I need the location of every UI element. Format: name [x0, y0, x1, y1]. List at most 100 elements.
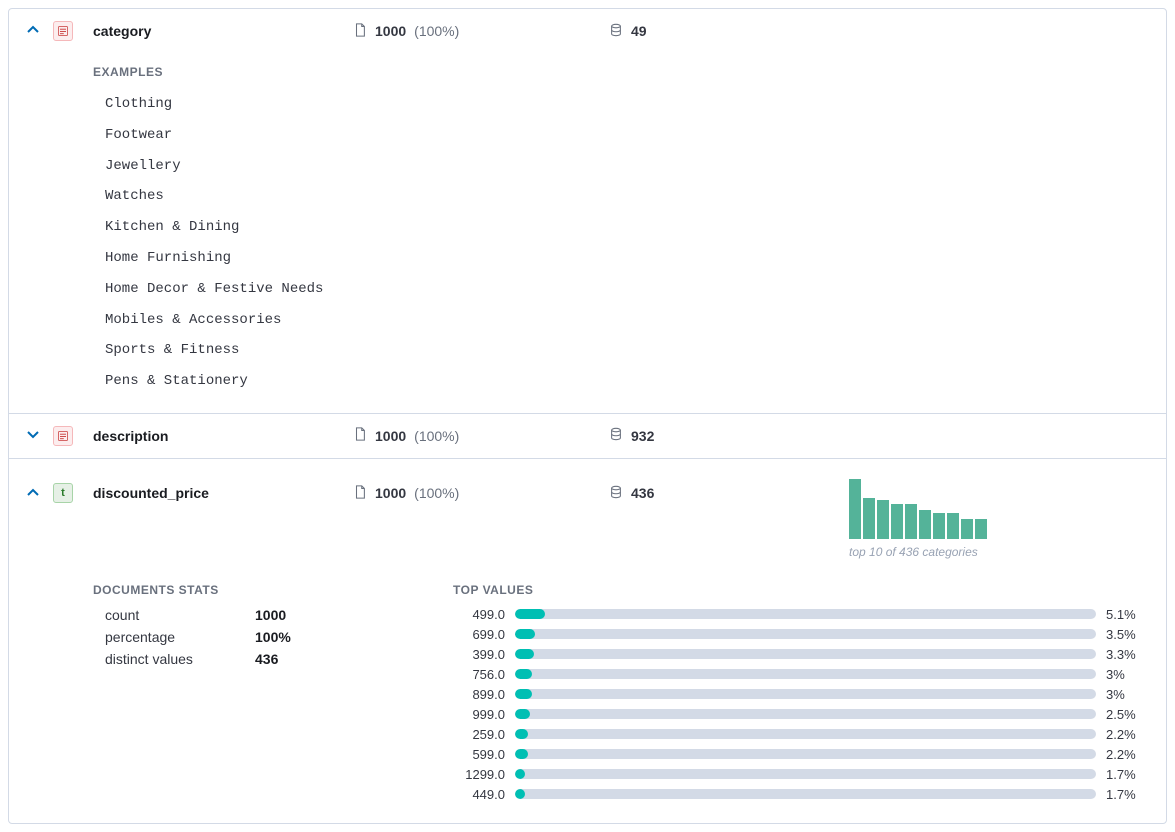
mini-bar: [849, 479, 861, 539]
top-value-pct: 3.5%: [1106, 627, 1150, 642]
mini-bars: [849, 479, 987, 539]
chevron-up-icon[interactable]: [25, 22, 53, 41]
mini-bar: [905, 504, 917, 539]
documents-stats-block: DOCUMENTS STATS count 1000 percentage 10…: [93, 583, 373, 807]
database-icon: [609, 23, 623, 40]
documents-stats-header: DOCUMENTS STATS: [93, 583, 373, 597]
mini-chart-caption: top 10 of 436 categories: [849, 545, 978, 559]
distinct-cell: 932: [609, 427, 849, 444]
distinct-value: 49: [631, 23, 647, 39]
top-value-bar: [515, 609, 1096, 619]
top-value-bar: [515, 749, 1096, 759]
document-icon: [353, 427, 367, 444]
top-value-bar: [515, 629, 1096, 639]
top-value-label: 399.0: [453, 647, 505, 662]
document-icon: [353, 485, 367, 502]
field-name: description: [93, 428, 353, 444]
discounted-price-details-panel: DOCUMENTS STATS count 1000 percentage 10…: [9, 567, 1166, 823]
field-row-category[interactable]: category 1000 (100%) 49: [9, 9, 1166, 53]
top-value-bar: [515, 669, 1096, 679]
doc-count-pct: (100%): [414, 428, 459, 444]
doc-count-pct: (100%): [414, 23, 459, 39]
chevron-down-icon[interactable]: [25, 426, 53, 445]
text-type-icon: [53, 21, 73, 41]
database-icon: [609, 427, 623, 444]
examples-list: ClothingFootwearJewelleryWatchesKitchen …: [93, 89, 1150, 397]
stat-percentage: percentage 100%: [105, 629, 373, 645]
distinct-cell: 49: [609, 23, 849, 40]
examples-header: EXAMPLES: [93, 65, 1150, 79]
doc-count-pct: (100%): [414, 485, 459, 501]
top-values-list: 499.05.1%699.03.5%399.03.3%756.03%899.03…: [453, 607, 1150, 802]
stat-value: 1000: [255, 607, 286, 623]
top-value-pct: 1.7%: [1106, 767, 1150, 782]
mini-bar: [863, 498, 875, 539]
top-value-row: 1299.01.7%: [453, 767, 1150, 782]
example-item: Clothing: [105, 89, 1150, 120]
mini-bar: [975, 519, 987, 539]
field-type-icon-cell: [53, 426, 93, 446]
field-name: discounted_price: [93, 479, 353, 501]
top-value-label: 499.0: [453, 607, 505, 622]
doc-count-cell: 1000 (100%): [353, 427, 609, 444]
top-value-row: 756.03%: [453, 667, 1150, 682]
example-item: Footwear: [105, 120, 1150, 151]
example-item: Jewellery: [105, 151, 1150, 182]
top-value-row: 599.0 2.2%: [453, 747, 1150, 762]
top-value-label: 699.0: [453, 627, 505, 642]
distinct-cell: 436: [609, 479, 849, 502]
doc-count-value: 1000: [375, 485, 406, 501]
text-type-icon: [53, 426, 73, 446]
doc-count-value: 1000: [375, 23, 406, 39]
top-value-label: 449.0: [453, 787, 505, 802]
mini-bar: [933, 513, 945, 539]
chevron-up-icon[interactable]: [25, 479, 53, 504]
top-value-row: 499.0 5.1%: [453, 607, 1150, 622]
mini-bar: [947, 513, 959, 539]
example-item: Kitchen & Dining: [105, 212, 1150, 243]
fields-container: category 1000 (100%) 49 EXAMPLES Clothin…: [8, 8, 1167, 824]
mini-bar: [961, 519, 973, 539]
top-value-bar: [515, 789, 1096, 799]
top-value-pct: 2.2%: [1106, 727, 1150, 742]
field-type-icon-cell: [53, 21, 93, 41]
doc-count-value: 1000: [375, 428, 406, 444]
top-values-header: TOP VALUES: [453, 583, 1150, 597]
example-item: Pens & Stationery: [105, 366, 1150, 397]
top-value-pct: 3.3%: [1106, 647, 1150, 662]
top-value-pct: 5.1%: [1106, 607, 1150, 622]
top-value-row: 449.0 1.7%: [453, 787, 1150, 802]
stat-label: percentage: [105, 629, 255, 645]
document-icon: [353, 23, 367, 40]
example-item: Sports & Fitness: [105, 335, 1150, 366]
category-details-panel: EXAMPLES ClothingFootwearJewelleryWatche…: [9, 53, 1166, 414]
distinct-value: 932: [631, 428, 654, 444]
top-value-pct: 2.5%: [1106, 707, 1150, 722]
top-value-label: 899.0: [453, 687, 505, 702]
field-row-discounted-price[interactable]: t discounted_price 1000 (100%) 436 top 1…: [9, 459, 1166, 567]
top-value-label: 259.0: [453, 727, 505, 742]
field-row-description[interactable]: description 1000 (100%) 932: [9, 414, 1166, 459]
stat-distinct: distinct values 436: [105, 651, 373, 667]
top-value-bar: [515, 729, 1096, 739]
database-icon: [609, 485, 623, 502]
top-value-row: 999.0 2.5%: [453, 707, 1150, 722]
mini-chart: top 10 of 436 categories: [849, 479, 1150, 559]
top-value-pct: 3%: [1106, 687, 1150, 702]
top-value-label: 999.0: [453, 707, 505, 722]
stat-value: 100%: [255, 629, 291, 645]
example-item: Home Furnishing: [105, 243, 1150, 274]
top-value-pct: 2.2%: [1106, 747, 1150, 762]
example-item: Home Decor & Festive Needs: [105, 274, 1150, 305]
stat-value: 436: [255, 651, 278, 667]
top-value-label: 599.0: [453, 747, 505, 762]
top-value-label: 756.0: [453, 667, 505, 682]
top-values-block: TOP VALUES 499.0 5.1% 699.0 3.5% 399.0 3.3% 75…: [453, 583, 1150, 807]
top-value-bar: [515, 709, 1096, 719]
stat-label: count: [105, 607, 255, 623]
field-name: category: [93, 23, 353, 39]
top-value-row: 399.0 3.3%: [453, 647, 1150, 662]
mini-bar: [919, 510, 931, 539]
top-value-pct: 1.7%: [1106, 787, 1150, 802]
example-item: Mobiles & Accessories: [105, 305, 1150, 336]
